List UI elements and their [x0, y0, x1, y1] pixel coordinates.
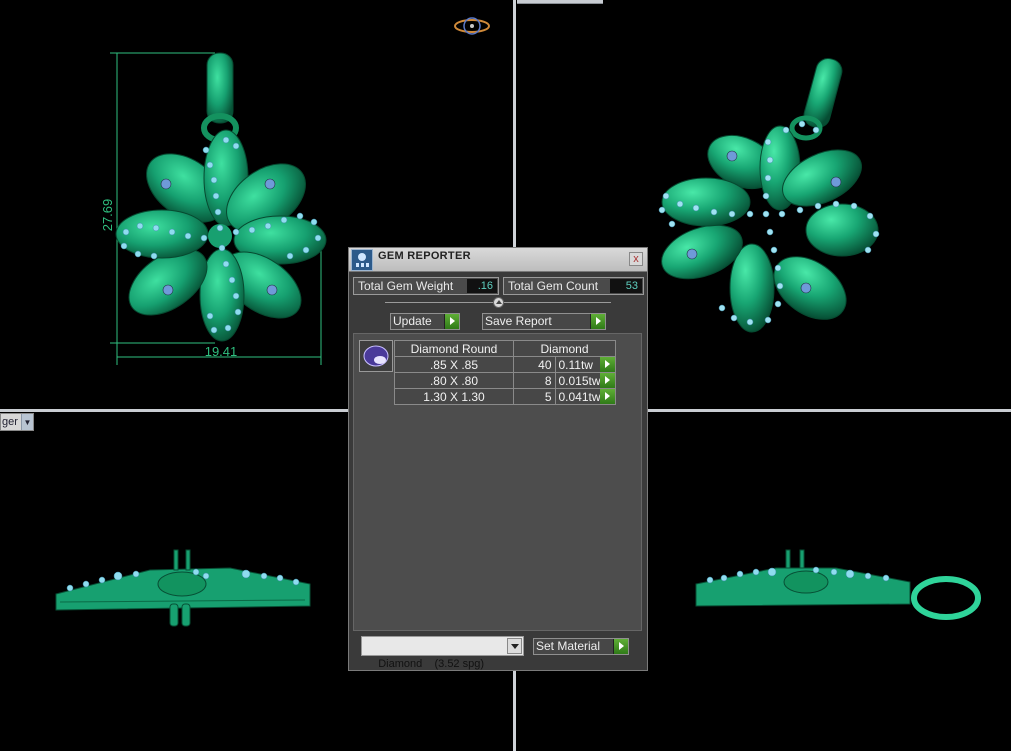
save-report-button-label: Save Report	[485, 314, 552, 328]
total-gem-count-box: Total Gem Count 53	[503, 277, 644, 295]
total-gem-count-label: Total Gem Count	[508, 279, 599, 293]
panel-titlebar[interactable]: GEM REPORTER x	[349, 248, 647, 272]
chevron-down-icon[interactable]: ▼	[21, 414, 33, 430]
round-diamond-icon[interactable]	[359, 340, 393, 372]
collapse-toggle-icon[interactable]	[493, 297, 504, 308]
gem-weight: 0.015tw	[558, 373, 601, 388]
gumball-icon[interactable]	[452, 16, 492, 38]
gem-count: 8	[513, 372, 556, 389]
view-dropdown-label: ger	[2, 416, 18, 428]
total-gem-weight-value: .16	[467, 279, 497, 293]
gem-weight-cell: 0.041tw	[554, 388, 616, 405]
view-dropdown[interactable]: ger ▼	[0, 413, 34, 431]
gem-weight-cell: 0.015tw	[554, 372, 616, 389]
header-shape: Diamond Round	[394, 340, 514, 357]
gem-count: 5	[513, 388, 556, 405]
material-select[interactable]: Diamond (3.52 spg)	[361, 636, 524, 670]
green-arrow-icon[interactable]	[600, 389, 615, 404]
width-dimension: 19.41	[205, 344, 238, 359]
material-select-value: Diamond (3.52 spg)	[378, 658, 485, 670]
green-arrow-icon[interactable]	[590, 314, 605, 329]
header-material: Diamond	[513, 340, 616, 357]
panel-title: GEM REPORTER	[378, 250, 471, 262]
gem-size: .80 X .80	[394, 372, 514, 389]
save-report-button[interactable]: Save Report	[482, 313, 606, 330]
table-row[interactable]: .85 X .85 40 0.11tw	[394, 356, 616, 373]
gem-table: Diamond Round Diamond .85 X .85 40 0.11t…	[394, 340, 616, 405]
table-row[interactable]: 1.30 X 1.30 5 0.041tw	[394, 388, 616, 405]
update-button-label: Update	[393, 314, 432, 328]
gem-size: 1.30 X 1.30	[394, 388, 514, 405]
top-tab-strip[interactable]	[517, 0, 603, 4]
gem-weight: 0.041tw	[558, 389, 601, 404]
gem-weight: 0.11tw	[558, 357, 593, 372]
gem-count: 40	[513, 356, 556, 373]
set-material-button[interactable]: Set Material	[533, 638, 629, 655]
height-dimension: 27.69	[100, 199, 115, 232]
gem-weight-cell: 0.11tw	[554, 356, 616, 373]
table-header: Diamond Round Diamond	[394, 340, 616, 357]
close-icon[interactable]: x	[629, 252, 643, 266]
green-arrow-icon[interactable]	[600, 373, 615, 388]
total-gem-weight-box: Total Gem Weight .16	[353, 277, 499, 295]
chevron-down-icon[interactable]	[507, 638, 522, 654]
gem-list[interactable]: Diamond Round Diamond .85 X .85 40 0.11t…	[353, 333, 642, 631]
green-arrow-icon[interactable]	[613, 639, 628, 654]
gem-reporter-icon	[351, 249, 373, 271]
green-arrow-icon[interactable]	[444, 314, 459, 329]
set-material-button-label: Set Material	[536, 639, 601, 653]
total-gem-count-value: 53	[610, 279, 642, 293]
total-gem-weight-label: Total Gem Weight	[358, 279, 454, 293]
table-row[interactable]: .80 X .80 8 0.015tw	[394, 372, 616, 389]
green-arrow-icon[interactable]	[600, 357, 615, 372]
update-button[interactable]: Update	[390, 313, 460, 330]
gem-size: .85 X .85	[394, 356, 514, 373]
gem-reporter-panel[interactable]: GEM REPORTER x Total Gem Weight .16 Tota…	[348, 247, 648, 671]
